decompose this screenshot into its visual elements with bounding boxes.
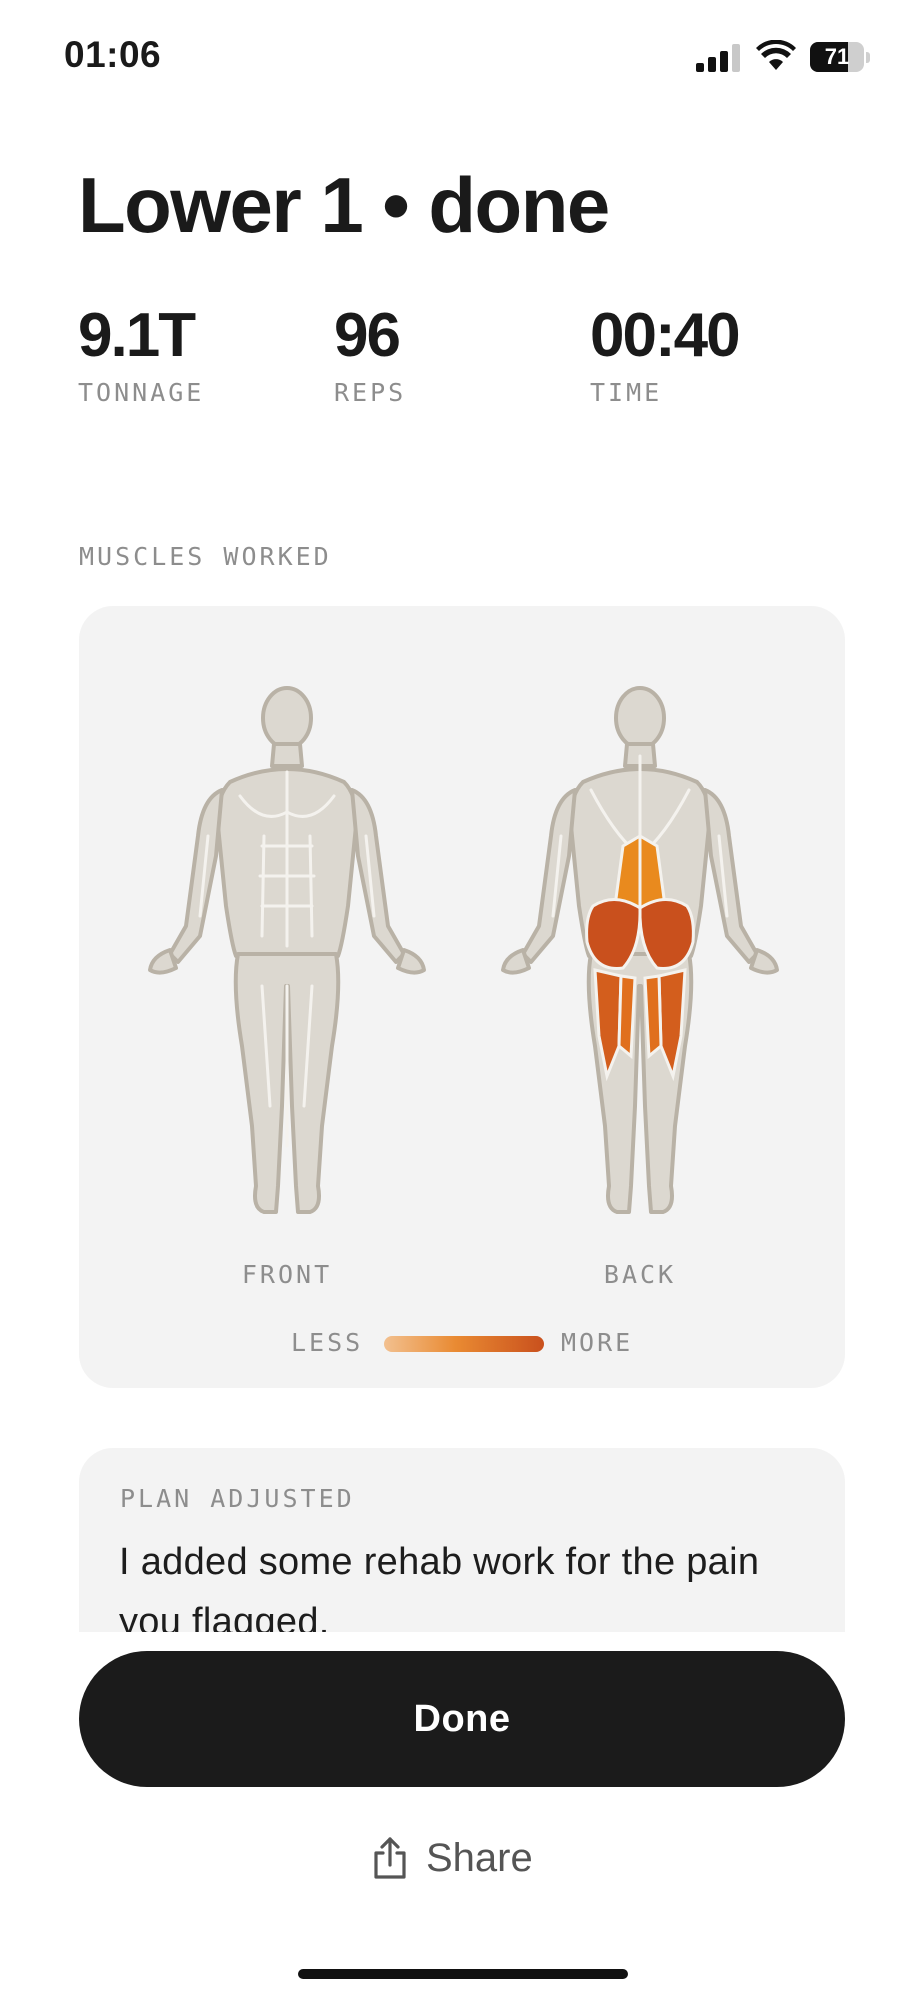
stat-tonnage: 9.1T TONNAGE [78, 300, 204, 407]
share-label: Share [426, 1835, 533, 1880]
home-indicator [298, 1969, 628, 1979]
stat-label: TIME [590, 378, 663, 407]
plan-adjusted-message: I added some rehab work for the pain you… [119, 1541, 760, 1632]
back-view-label: BACK [603, 1260, 677, 1289]
wifi-icon [756, 40, 796, 70]
battery-icon: 71 [810, 42, 870, 72]
body-front-figure [148, 686, 426, 1214]
share-button[interactable]: Share [370, 1826, 590, 1890]
stat-time: 00:40 TIME [590, 300, 741, 407]
intensity-gradient-bar [384, 1336, 544, 1352]
plan-adjusted-card: PLAN ADJUSTED I added some rehab work fo… [79, 1448, 845, 1632]
done-button[interactable]: Done [79, 1651, 845, 1787]
legend-more-label: MORE [561, 1328, 634, 1357]
muscles-worked-heading: MUSCLES WORKED [79, 542, 332, 571]
stat-label: REPS [334, 378, 407, 407]
status-time: 01:06 [64, 34, 162, 75]
stat-reps: 96 REPS [334, 300, 406, 407]
plan-adjusted-label: PLAN ADJUSTED [120, 1484, 355, 1513]
status-icons: 71 [696, 40, 886, 74]
body-back-figure [501, 686, 779, 1214]
legend-less-label: LESS [291, 1328, 364, 1357]
share-icon [374, 1837, 406, 1879]
stat-label: TONNAGE [78, 378, 205, 407]
front-view-label: FRONT [241, 1260, 333, 1289]
stat-value: 9.1T [78, 301, 196, 370]
intensity-legend: LESS MORE [79, 1324, 845, 1364]
muscle-map-card: FRONT BACK LESS MORE [79, 606, 845, 1388]
stat-value: 00:40 [590, 301, 741, 370]
cellular-signal-icon [696, 44, 742, 72]
battery-level: 71 [824, 44, 850, 69]
status-bar: 01:06 71 [0, 0, 924, 110]
workout-summary-screen: 01:06 71 Lower 1 • done 9.1T TONNAGE 96 … [0, 0, 924, 2000]
stat-value: 96 [334, 301, 401, 370]
page-title: Lower 1 • done [78, 161, 610, 249]
